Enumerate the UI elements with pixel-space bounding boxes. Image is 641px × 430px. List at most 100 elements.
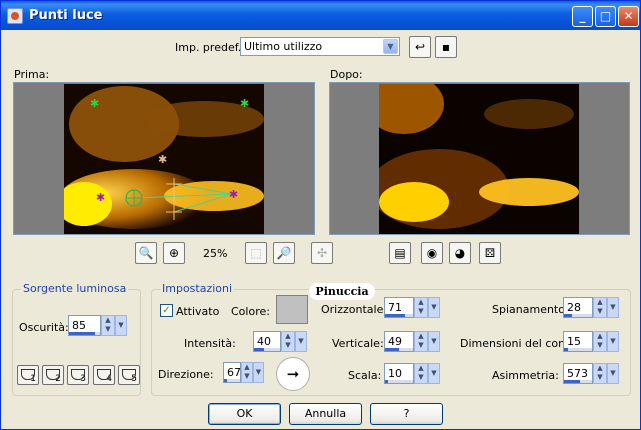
scale-value: 10 xyxy=(388,367,402,380)
asymmetry-label: Asimmetria: xyxy=(492,369,559,382)
asymmetry-value: 573 xyxy=(567,367,588,380)
scale-label: Scala: xyxy=(348,369,382,382)
light-preset-3[interactable]: 3 xyxy=(67,365,89,385)
chevron-down-icon[interactable]: ▼ xyxy=(383,39,398,54)
preset-value: Ultimo utilizzo xyxy=(244,40,323,53)
horizontal-slider[interactable] xyxy=(385,314,413,317)
direction-slider-fill xyxy=(224,379,228,382)
randomize-icon[interactable]: ⚄ xyxy=(479,242,501,264)
flattening-label: Spianamento: xyxy=(492,303,569,316)
intensity-dropdown[interactable]: ▼ xyxy=(295,331,307,352)
light-marker-1-icon[interactable]: ✱ xyxy=(90,98,99,109)
zoom-in-icon[interactable]: ⊕ xyxy=(163,242,185,264)
scale-slider[interactable] xyxy=(385,380,413,383)
eye-icon[interactable]: ◕ xyxy=(449,242,471,264)
intensity-updown[interactable]: ▲ ▼ xyxy=(281,331,295,352)
intensity-value: 40 xyxy=(257,335,271,348)
before-preview[interactable]: ✱ ✱ ✱ ✱ ✱ xyxy=(13,82,315,235)
darkness-dropdown[interactable]: ▼ xyxy=(115,315,127,336)
scale-updown[interactable]: ▲ ▼ xyxy=(414,363,428,384)
vertical-field[interactable]: 49 xyxy=(384,331,414,352)
title-bar[interactable]: Punti luce _ □ ✕ xyxy=(1,1,640,30)
arrow-right-icon: ➞ xyxy=(286,365,300,383)
cone-size-dropdown[interactable]: ▼ xyxy=(607,331,619,352)
preset-select[interactable]: Ultimo utilizzo ▼ xyxy=(240,37,400,56)
cone-size-slider-fill xyxy=(564,348,569,351)
window-title: Punti luce xyxy=(29,8,103,23)
flattening-value: 28 xyxy=(567,301,581,314)
darkness-label: Oscurità: xyxy=(19,321,69,334)
horizontal-dropdown[interactable]: ▼ xyxy=(428,297,440,318)
direction-label: Direzione: xyxy=(158,368,214,381)
after-preview xyxy=(329,82,630,235)
light-preset-2[interactable]: 2 xyxy=(42,365,64,385)
reset-icon[interactable]: ↩ xyxy=(409,36,431,58)
settings-title: Impostazioni xyxy=(160,282,235,295)
scale-slider-fill xyxy=(385,380,388,383)
color-swatch[interactable] xyxy=(276,295,308,324)
zoom-actual-icon[interactable]: 🔎 xyxy=(273,242,295,264)
proof-toggle-icon[interactable]: ▤ xyxy=(389,242,411,264)
close-button[interactable]: ✕ xyxy=(618,6,639,27)
flattening-field[interactable]: 28 xyxy=(563,297,593,318)
horizontal-field[interactable]: 71 xyxy=(384,297,414,318)
asymmetry-dropdown[interactable]: ▼ xyxy=(607,363,619,384)
asymmetry-slider[interactable] xyxy=(564,380,592,383)
cone-size-value: 15 xyxy=(567,335,581,348)
intensity-slider-fill xyxy=(254,348,265,351)
direction-dropdown[interactable]: ▼ xyxy=(253,362,264,383)
zoom-out-icon[interactable]: 🔍 xyxy=(135,242,157,264)
light-preset-4[interactable]: 4 xyxy=(93,365,115,385)
dialog-window: Punti luce _ □ ✕ Imp. predef.: Ultimo ut… xyxy=(0,0,641,430)
cone-size-updown[interactable]: ▲ ▼ xyxy=(593,331,607,352)
light-preset-1[interactable]: 1 xyxy=(17,365,39,385)
cancel-button[interactable]: Annulla xyxy=(289,403,362,425)
light-marker-2-icon[interactable]: ✱ xyxy=(240,98,249,109)
darkness-slider[interactable] xyxy=(69,332,100,335)
app-icon xyxy=(7,8,23,24)
direction-slider[interactable] xyxy=(224,379,240,382)
save-icon[interactable]: ▪ xyxy=(435,36,457,58)
scale-dropdown[interactable]: ▼ xyxy=(428,363,440,384)
enabled-label: Attivato xyxy=(176,305,220,318)
after-label: Dopo: xyxy=(330,68,363,81)
vertical-updown[interactable]: ▲ ▼ xyxy=(414,331,428,352)
direction-dial[interactable]: ➞ xyxy=(276,357,310,391)
maximize-button[interactable]: □ xyxy=(595,6,616,27)
asymmetry-slider-fill xyxy=(564,380,580,383)
vertical-dropdown[interactable]: ▼ xyxy=(428,331,440,352)
intensity-field[interactable]: 40 xyxy=(253,331,281,352)
flattening-dropdown[interactable]: ▼ xyxy=(607,297,619,318)
vertical-label: Verticale: xyxy=(332,337,384,350)
asymmetry-field[interactable]: 573 xyxy=(563,363,593,384)
light-marker-4-icon[interactable]: ✱ xyxy=(96,192,105,203)
flattening-slider[interactable] xyxy=(564,314,592,317)
help-button[interactable]: ? xyxy=(370,403,443,425)
light-preset-5[interactable]: 5 xyxy=(118,365,140,385)
direction-field[interactable]: 67 xyxy=(223,362,241,383)
auto-proof-icon[interactable]: ◉ xyxy=(421,242,443,264)
darkness-updown[interactable]: ▲ ▼ xyxy=(101,315,115,336)
light-marker-5-icon[interactable]: ✱ xyxy=(229,189,238,200)
direction-updown[interactable]: ▲ ▼ xyxy=(241,362,253,383)
horizontal-updown[interactable]: ▲ ▼ xyxy=(414,297,428,318)
scale-field[interactable]: 10 xyxy=(384,363,414,384)
intensity-slider[interactable] xyxy=(254,348,280,351)
darkness-field[interactable]: 85 xyxy=(68,315,101,336)
enabled-checkbox[interactable]: ✓ xyxy=(160,304,173,317)
asymmetry-updown[interactable]: ▲ ▼ xyxy=(593,363,607,384)
zoom-level: 25% xyxy=(203,247,228,260)
minimize-button[interactable]: _ xyxy=(572,6,593,27)
cone-size-label: Dimensioni del cono: xyxy=(460,337,576,350)
fit-to-window-icon[interactable]: ⬚ xyxy=(245,242,267,264)
flattening-updown[interactable]: ▲ ▼ xyxy=(593,297,607,318)
horizontal-slider-fill xyxy=(385,314,405,317)
light-marker-3-icon[interactable]: ✱ xyxy=(158,154,167,165)
cone-size-slider[interactable] xyxy=(564,348,592,351)
pan-icon[interactable]: ✣ xyxy=(311,242,333,264)
ok-button[interactable]: OK xyxy=(208,403,281,425)
cone-size-field[interactable]: 15 xyxy=(563,331,593,352)
vertical-slider[interactable] xyxy=(385,348,413,351)
light-source-title: Sorgente luminosa xyxy=(21,282,129,295)
before-image[interactable]: ✱ ✱ ✱ ✱ ✱ xyxy=(64,84,264,234)
